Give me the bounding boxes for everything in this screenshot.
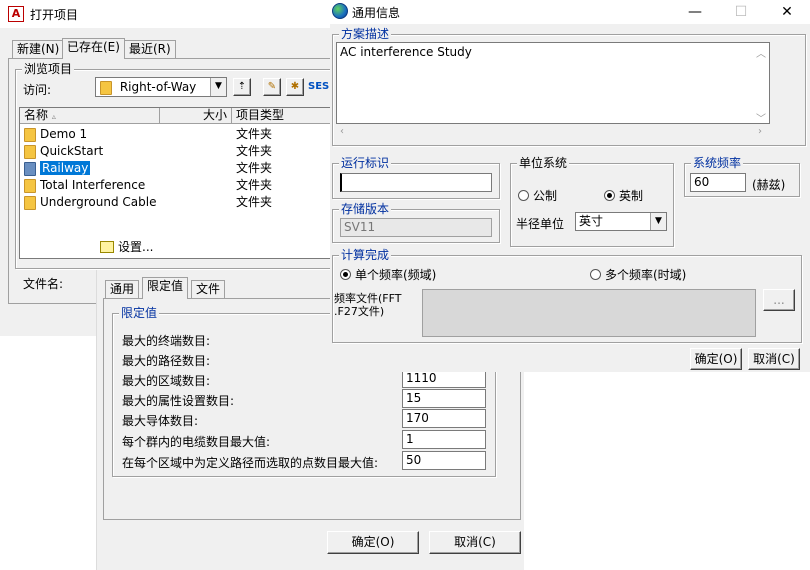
max-conductors-label: 最大导体数目: [122,414,199,428]
general-info-window: 通用信息 — ☐ ✕ 方案描述 AC interference Study ︿ … [330,0,810,372]
general-cancel-button[interactable]: 取消(C) [748,348,800,370]
freq-unit-label: (赫兹) [752,178,786,192]
desc-scroll-up-icon[interactable]: ︿ [756,45,766,60]
radio-checked-icon [340,269,351,280]
tab-limits[interactable]: 限定值 [142,277,189,299]
freq-file-browse-button[interactable]: ... [763,289,795,311]
radius-unit-label: 半径单位 [516,217,565,231]
radio-icon [590,269,601,280]
desc-scroll-left-icon[interactable]: ‹ [340,126,344,137]
table-row-selected[interactable]: Railway 文件夹 [20,160,330,177]
calc-single-radio[interactable]: 单个频率(频域) [340,266,436,283]
freq-file-label: 频率文件(FFT .F27文件) [334,292,402,318]
look-in-dropdown[interactable]: Right-of-Way ▼ [95,77,227,97]
unit-group: 单位系统 [510,156,674,247]
max-cables-field[interactable]: 1 [402,430,486,449]
table-row[interactable]: Total Interference 文件夹 [20,177,330,194]
unit-metric-radio[interactable]: 公制 [518,187,557,204]
table-row[interactable]: Demo 1 文件夹 [20,126,330,143]
close-button[interactable]: ✕ [764,0,810,24]
max-attributes-field[interactable]: 15 [402,389,486,408]
calc-multi-radio[interactable]: 多个频率(时域) [590,266,686,283]
radius-unit-select[interactable]: 英寸 ▼ [575,212,667,231]
freq-file-field[interactable] [422,289,756,337]
tab-files[interactable]: 文件 [191,280,226,298]
desc-scroll-right-icon[interactable]: › [758,126,762,137]
desc-group-title: 方案描述 [339,27,392,41]
new-project-button[interactable]: ✱ [286,78,304,96]
chevron-down-icon[interactable]: ▼ [210,78,226,96]
unit-imperial-radio[interactable]: 英制 [604,187,643,204]
look-in-label: 访问: [23,83,52,97]
max-cables-label: 每个群内的电缆数目最大值: [122,435,271,449]
max-points-label: 在每个区域中为定义路径而选取的点数目最大值: [122,456,379,470]
limits-group-title: 限定值 [119,306,160,320]
general-info-title: 通用信息 [352,6,401,20]
max-points-field[interactable]: 50 [402,451,486,470]
limits-ok-button[interactable]: 确定(O) [327,531,419,554]
table-row[interactable]: Underground Cable 文件夹 [20,194,330,211]
up-folder-button[interactable]: ⇡ [233,78,251,96]
run-id-group-title: 运行标识 [339,156,392,170]
filename-label: 文件名: [23,277,64,291]
folder-icon [24,144,36,159]
desc-scroll-down-icon[interactable]: ﹀ [756,110,766,125]
max-terminals-label: 最大的终端数目: [122,334,211,348]
globe-icon [332,3,348,19]
tab-existing[interactable]: 已存在(E) [62,38,125,59]
folder-icon [24,178,36,193]
calc-group-title: 计算完成 [339,248,392,262]
col-header-size[interactable]: 大小 [160,108,232,124]
limits-cancel-button[interactable]: 取消(C) [429,531,521,554]
desc-text: AC interference Study [340,45,472,59]
general-info-titlebar: 通用信息 — ☐ ✕ [330,0,810,24]
folder-icon [24,195,36,210]
settings-link[interactable]: 设置... [100,238,153,255]
browse-group-title: 浏览项目 [22,62,75,76]
project-list[interactable]: 名称 ▵ 大小 项目类型 Demo 1 文件夹 QuickStart 文件夹 R… [19,107,332,259]
version-group-title: 存储版本 [339,202,392,216]
look-in-value: Right-of-Way [119,80,197,94]
freq-field[interactable]: 60 [690,173,746,192]
folder-icon [24,161,36,176]
radio-icon [518,190,529,201]
pencil-note-icon [100,241,114,253]
version-field: SV11 [340,218,492,237]
folder-icon [24,127,36,142]
run-id-field[interactable] [340,173,492,192]
radio-checked-icon [604,190,615,201]
general-ok-button[interactable]: 确定(O) [690,348,742,370]
ses-logo-icon[interactable]: SES [308,79,330,95]
col-header-name[interactable]: 名称 ▵ [20,108,160,124]
unit-group-title: 单位系统 [517,156,570,170]
open-project-titlebar: A 打开项目 [0,0,330,28]
tab-general[interactable]: 通用 [105,280,140,298]
col-header-type[interactable]: 项目类型 [232,108,332,124]
tab-new[interactable]: 新建(N) [12,40,65,58]
max-conductors-field[interactable]: 170 [402,409,486,428]
edit-folder-button[interactable]: ✎ [263,78,281,96]
table-row[interactable]: QuickStart 文件夹 [20,143,330,160]
max-paths-label: 最大的路径数目: [122,354,211,368]
app-icon: A [8,6,24,22]
folder-icon [100,80,112,95]
minimize-button[interactable]: — [672,0,718,24]
tab-recent[interactable]: 最近(R) [124,40,176,58]
maximize-button[interactable]: ☐ [718,0,764,24]
chevron-down-icon[interactable]: ▼ [650,213,666,230]
desc-textarea[interactable]: AC interference Study [336,42,770,124]
existing-tab-panel: 浏览项目 访问: Right-of-Way ▼ ⇡ ✎ ✱ SES 名称 ▵ 大… [8,58,335,304]
max-regions-label: 最大的区域数目: [122,374,211,388]
open-project-title: 打开项目 [30,8,79,22]
max-attributes-label: 最大的属性设置数目: [122,394,235,408]
freq-group-title: 系统频率 [691,156,744,170]
